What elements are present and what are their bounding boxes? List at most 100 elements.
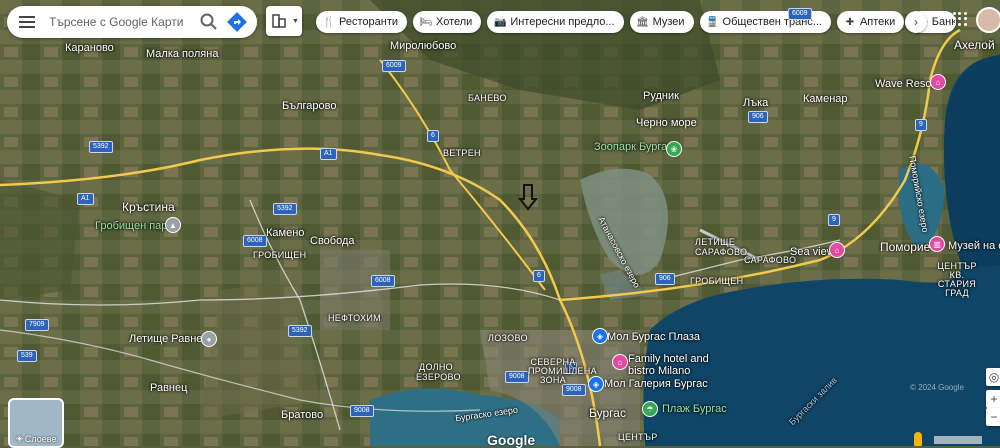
chip-museums[interactable]: 🏛 Музеи [629,11,694,33]
avatar[interactable] [976,7,1000,33]
zoom-out-button[interactable]: − [986,408,1000,426]
place-label[interactable]: ДОЛНО ЕЗЕРОВО [416,362,461,382]
beach-marker-icon[interactable]: ☂ [642,401,658,417]
place-label[interactable]: Плаж Бургас [662,403,727,415]
road-shield: 6 [427,130,439,142]
scale-bar [934,436,982,444]
zoo-marker-icon[interactable]: ❀ [666,141,682,157]
pharmacy-icon: ✚ [845,16,855,28]
place-label[interactable]: Черно море [636,117,697,129]
plus-icon: + [990,392,998,406]
road-shield: 5392 [273,203,297,215]
place-label[interactable]: Мол Бургас Плаза [607,331,700,343]
zoom-in-button[interactable]: + [986,390,1000,408]
layers-button[interactable]: ◈ Слоеве [8,398,64,448]
place-label[interactable]: ГРОБИЩЕН [690,276,743,286]
layers-icon: ◈ [16,433,23,443]
chip-pharmacies[interactable]: ✚ Аптеки [836,11,905,33]
place-label[interactable]: Равнец [150,382,187,394]
place-label[interactable]: ГРОБИЩЕН [253,250,306,260]
hotel-icon: 🛏 [419,16,433,28]
shopping-marker-icon[interactable]: ◈ [588,376,604,392]
chip-hotels[interactable]: 🛏 Хотели [413,11,482,33]
place-label[interactable]: Зоопарк Бургас [594,141,673,153]
place-label[interactable]: Рудник [643,90,679,102]
search-icon[interactable] [199,12,219,32]
place-label[interactable]: Каменар [803,93,848,105]
chevron-down-icon[interactable]: ▼ [292,18,299,25]
road-shield: 5392 [288,325,312,337]
place-label[interactable]: Кръстина [122,200,175,214]
chevron-right-icon: › [914,15,918,29]
chip-label: Аптеки [859,16,896,28]
place-label[interactable]: Поморие [880,240,930,254]
transit-layer-button[interactable]: ▼ [266,6,302,36]
copyright-text: © 2024 Google [910,383,964,392]
place-label[interactable]: ЛЕТИЩЕ САРАФОВО [695,237,747,257]
road-shield: 6008 [371,275,395,287]
search-input[interactable]: Търсене с Google Карти [49,15,199,29]
search-box[interactable]: Търсене с Google Карти [7,6,257,38]
place-label[interactable]: Музей на со [948,240,1000,252]
place-label[interactable]: Братово [281,409,323,421]
shopping-marker-icon[interactable]: ◈ [592,328,608,344]
directions-icon[interactable] [227,12,247,32]
road-shield: 6009 [788,8,812,20]
place-label[interactable]: СЕВЕРНА ПРОМИШЛЕНА ЗОНА [528,358,597,385]
road-shield: A1 [77,193,94,205]
place-label[interactable]: Лъка [743,97,768,109]
airport-marker-icon[interactable]: ● [201,331,217,347]
place-label[interactable]: НЕФТОХИМ [328,313,381,323]
place-label[interactable]: Българово [282,100,336,112]
menu-icon[interactable] [19,16,35,28]
place-label[interactable]: Свобода [310,235,355,247]
place-label[interactable]: Мол Галерия Бургас [604,378,708,390]
place-label[interactable]: Ахелой [954,38,995,52]
place-label[interactable]: bistro Milano [628,365,690,377]
chip-label: Интересни предло... [510,16,615,28]
road-shield: 9008 [505,371,529,383]
museum-marker-icon[interactable]: ▥ [929,236,945,252]
hotel-marker-icon[interactable]: ⌂ [930,74,946,90]
hotel-marker-icon[interactable]: ⌂ [612,354,628,370]
pegman-icon[interactable] [914,432,922,446]
cemetery-marker-icon[interactable]: ▲ [165,217,181,233]
road-shield: 6008 [243,235,267,247]
hotel-marker-icon[interactable]: ⌂ [829,242,845,258]
place-label[interactable]: Wave Resort [875,78,938,90]
road-shield: 9 [915,119,927,131]
road-shield: 7909 [25,319,49,331]
down-arrow-icon [518,184,538,211]
place-label[interactable]: Sea view [790,246,835,258]
camera-icon: 📷 [494,16,507,28]
place-label[interactable]: Летище Равнец [129,333,209,345]
place-label[interactable]: Камено [266,227,304,239]
road-shield: 539 [17,350,37,362]
restaurant-icon: 🍴 [322,16,336,28]
place-label[interactable]: Караново [65,42,114,54]
place-label[interactable]: Гробищен парк [95,220,172,232]
place-label[interactable]: ВЕТРЕН [443,148,481,158]
place-label[interactable]: Миролюбово [390,40,456,52]
road-shield: 5392 [89,141,113,153]
place-label[interactable]: Бургас [589,406,626,420]
minus-icon: − [990,410,998,424]
place-label[interactable]: БАНЕВО [468,93,507,103]
place-label[interactable]: ЦЕНТЪР КВ. СТАРИЯ ГРАД [933,262,981,298]
place-label[interactable]: Family hotel and [628,353,709,365]
chip-attractions[interactable]: 📷 Интересни предло... [487,11,624,33]
road-shield: 906 [655,273,675,285]
place-label[interactable]: ЦЕНТЪР [618,432,658,442]
chip-label: Ресторанти [339,16,398,28]
place-label[interactable]: Малка поляна [146,48,218,60]
chip-restaurants[interactable]: 🍴 Ресторанти [316,11,407,33]
place-label[interactable]: ЛОЗОВО [488,333,528,343]
my-location-button[interactable]: ◎ [986,368,1000,386]
category-chips: 🍴 Ресторанти 🛏 Хотели 📷 Интересни предло...… [316,11,957,33]
place-label[interactable]: САРАФОВО [744,255,796,265]
chips-next-button[interactable]: › [905,11,927,33]
road-shield: A1 [320,148,337,160]
google-apps-icon[interactable] [953,12,967,26]
road-shield: 906 [748,111,768,123]
road-shield: 6009 [382,60,406,72]
